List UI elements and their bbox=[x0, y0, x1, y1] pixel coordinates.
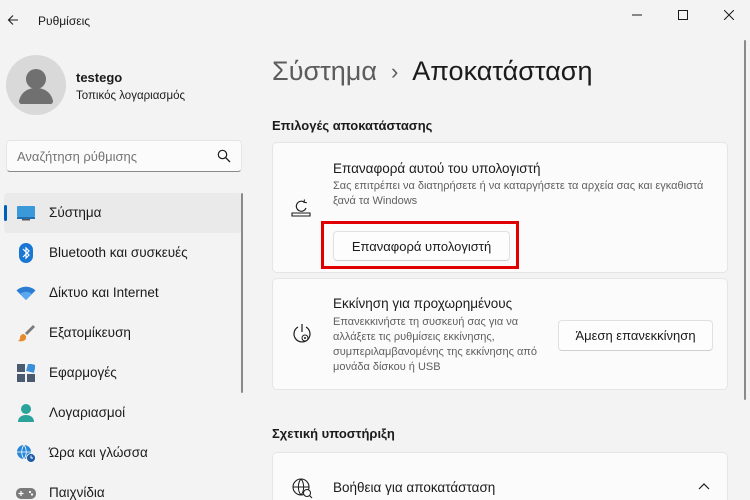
sidebar-item-gaming[interactable]: Παιχνίδια bbox=[4, 473, 242, 500]
page-title: Αποκατάσταση bbox=[412, 56, 593, 86]
sidebar-item-personalization[interactable]: Εξατομίκευση bbox=[4, 313, 242, 353]
advanced-startup-description: Επανεκκινήστε τη συσκευή σας για να αλλά… bbox=[333, 316, 538, 373]
sidebar-nav: Σύστημα Bluetooth και συσκευές Δίκτυο κα… bbox=[4, 193, 242, 500]
wifi-icon bbox=[16, 283, 36, 303]
close-button[interactable] bbox=[706, 0, 750, 30]
breadcrumb-separator: › bbox=[390, 58, 399, 84]
search-input[interactable] bbox=[17, 149, 207, 164]
breadcrumb-parent[interactable]: Σύστημα bbox=[272, 56, 377, 87]
app-title: Ρυθμίσεις bbox=[38, 14, 91, 28]
user-profile[interactable]: testego Τοπικός λογαριασμός bbox=[6, 55, 236, 115]
sidebar-item-network[interactable]: Δίκτυο και Internet bbox=[4, 273, 242, 313]
section-title-related-support: Σχετική υποστήριξη bbox=[272, 426, 395, 441]
person-silhouette-icon bbox=[19, 69, 53, 104]
restart-now-button[interactable]: Άμεση επανεκκίνηση bbox=[558, 320, 713, 351]
person-icon bbox=[16, 403, 36, 423]
sidebar-item-label: Εξατομίκευση bbox=[49, 325, 131, 340]
sidebar-item-label: Σύστημα bbox=[49, 205, 102, 220]
minimize-icon bbox=[632, 14, 642, 16]
sidebar-item-label: Bluetooth και συσκευές bbox=[49, 245, 188, 260]
sidebar-item-apps[interactable]: Εφαρμογές bbox=[4, 353, 242, 393]
advanced-startup-card: Εκκίνηση για προχωρημένους Επανεκκινήστε… bbox=[272, 278, 728, 390]
reset-pc-description: Σας επιτρέπει να διατηρήσετε ή να καταργ… bbox=[333, 180, 704, 207]
minimize-button[interactable] bbox=[614, 0, 660, 30]
maximize-icon bbox=[678, 10, 688, 20]
globe-clock-icon bbox=[16, 443, 36, 463]
sidebar-item-label: Δίκτυο και Internet bbox=[49, 285, 159, 300]
main-scrollbar[interactable] bbox=[744, 40, 746, 400]
brush-icon bbox=[16, 323, 36, 343]
account-type: Τοπικός λογαριασμός bbox=[76, 90, 186, 102]
search-box[interactable] bbox=[6, 140, 242, 172]
back-button[interactable] bbox=[4, 8, 22, 32]
close-icon bbox=[724, 10, 734, 20]
system-icon bbox=[16, 203, 36, 223]
help-recovery-card[interactable]: Βοήθεια για αποκατάσταση bbox=[272, 452, 728, 500]
sidebar-item-bluetooth[interactable]: Bluetooth και συσκευές bbox=[4, 233, 242, 273]
sidebar-scrollbar[interactable] bbox=[241, 193, 243, 393]
sidebar-item-label: Εφαρμογές bbox=[49, 365, 117, 380]
sidebar-item-time-language[interactable]: Ώρα και γλώσσα bbox=[4, 433, 242, 473]
help-recovery-title: Βοήθεια για αποκατάσταση bbox=[333, 480, 496, 495]
reset-pc-icon bbox=[291, 199, 311, 217]
gamepad-icon bbox=[16, 483, 36, 500]
breadcrumb: Σύστημα › Αποκατάσταση bbox=[272, 56, 592, 87]
bluetooth-icon bbox=[16, 243, 36, 263]
sidebar-item-system[interactable]: Σύστημα bbox=[4, 193, 242, 233]
back-arrow-icon bbox=[7, 15, 18, 25]
avatar bbox=[6, 55, 66, 115]
sidebar-item-label: Ώρα και γλώσσα bbox=[49, 445, 148, 460]
advanced-startup-icon bbox=[293, 324, 311, 343]
sidebar-item-label: Λογαριασμοί bbox=[49, 405, 126, 420]
search-icon[interactable] bbox=[217, 149, 231, 163]
section-title-recovery-options: Επιλογές αποκατάστασης bbox=[272, 118, 433, 133]
globe-icon bbox=[292, 478, 313, 499]
user-name: testego bbox=[76, 70, 123, 85]
maximize-button[interactable] bbox=[660, 0, 706, 30]
highlight-box bbox=[321, 221, 519, 269]
title-bar: Ρυθμίσεις bbox=[0, 0, 750, 40]
chevron-up-icon[interactable] bbox=[698, 482, 710, 490]
reset-pc-title: Επαναφορά αυτού του υπολογιστή bbox=[333, 161, 541, 176]
apps-icon bbox=[16, 363, 36, 383]
advanced-startup-title: Εκκίνηση για προχωρημένους bbox=[333, 296, 513, 311]
sidebar-item-accounts[interactable]: Λογαριασμοί bbox=[4, 393, 242, 433]
sidebar-item-label: Παιχνίδια bbox=[49, 485, 105, 500]
